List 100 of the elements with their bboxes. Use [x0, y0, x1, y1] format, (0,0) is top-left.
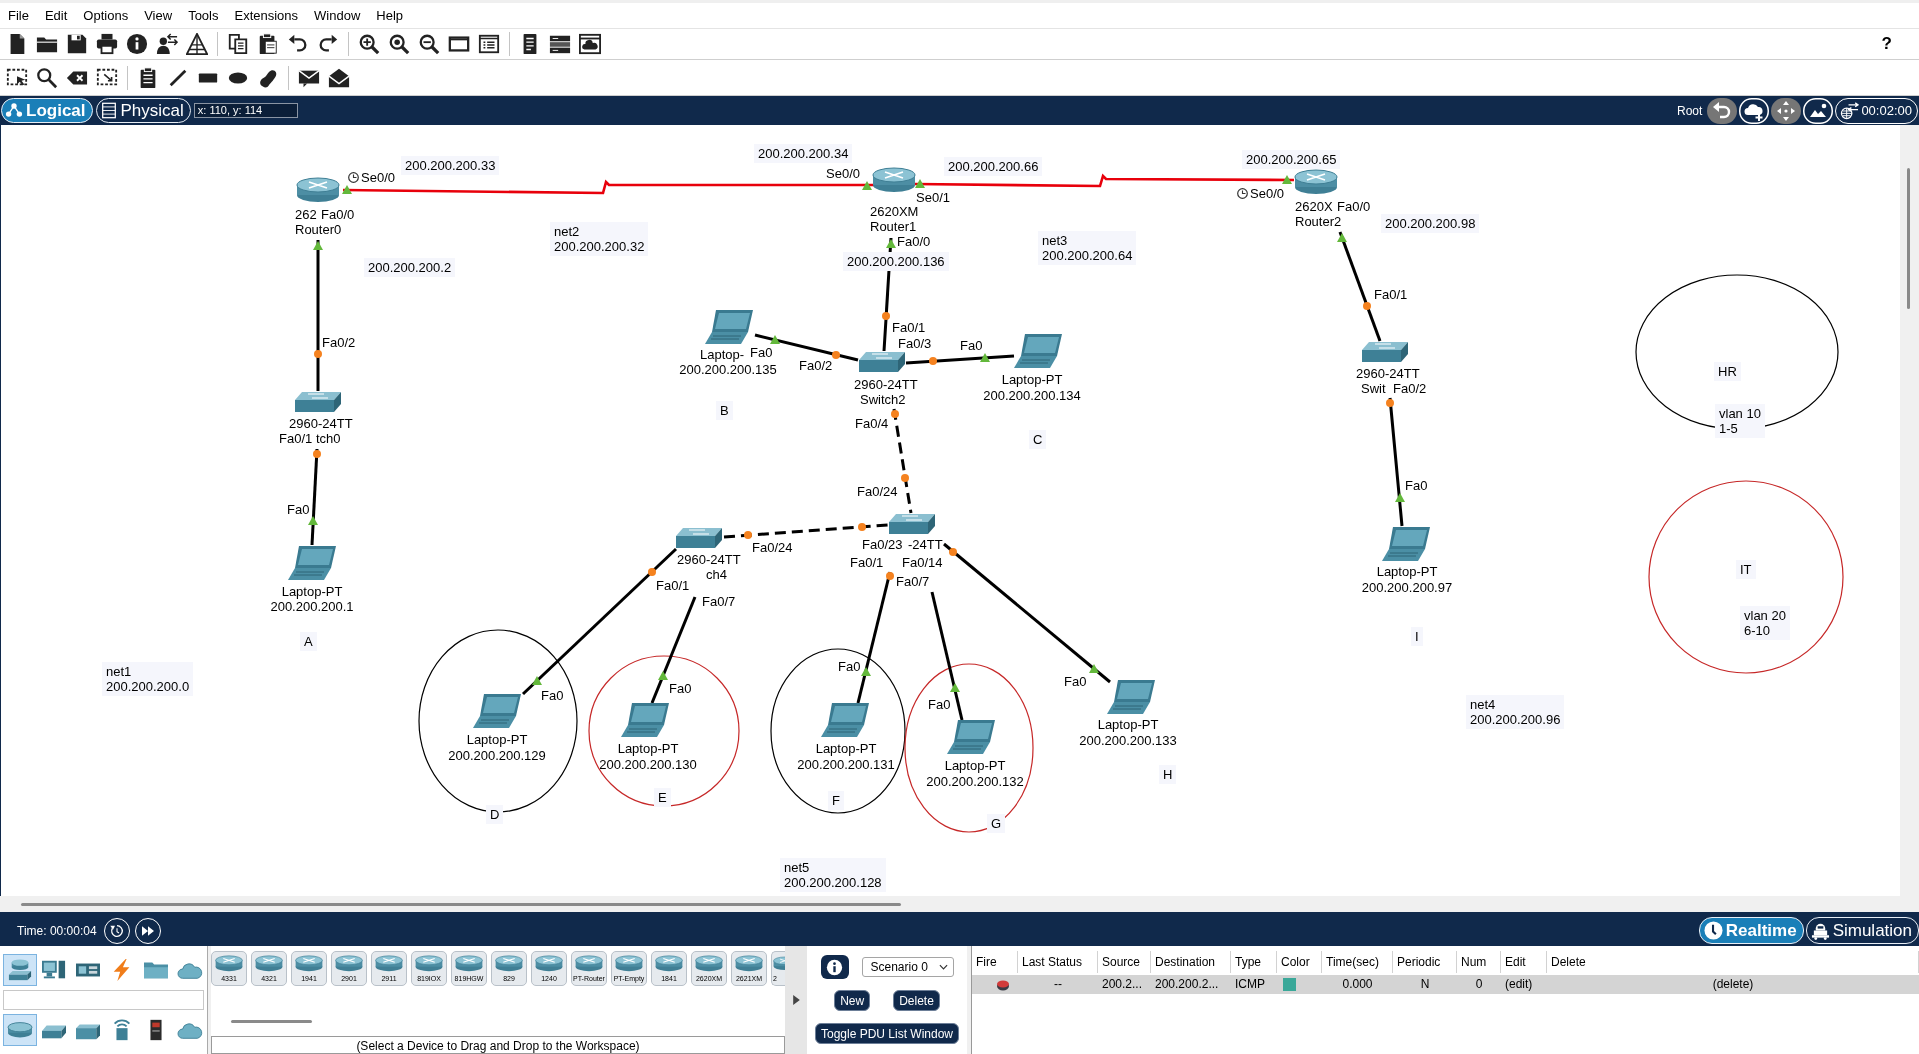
switch-icon[interactable] [1361, 341, 1409, 363]
redo-icon[interactable] [317, 33, 339, 55]
laptop-icon[interactable] [1013, 333, 1063, 369]
router-icon [375, 955, 403, 972]
router-icon[interactable] [872, 167, 916, 193]
pyramid-icon[interactable] [186, 33, 208, 55]
cloud-plus-icon[interactable] [1739, 97, 1770, 124]
device-name: 200.200.200.131 [797, 757, 895, 772]
port-label: Fa0/3 [898, 336, 932, 351]
landscape-icon[interactable] [1803, 97, 1834, 124]
print-icon[interactable] [96, 33, 118, 55]
router-icon[interactable] [1294, 169, 1338, 195]
router-icon[interactable] [296, 177, 340, 203]
delete-link[interactable]: (delete) [1712, 975, 1754, 994]
device-hint: (Select a Device to Drag and Drop to the Workspace) [211, 1036, 785, 1054]
pdu-button[interactable]: Delete [893, 990, 940, 1011]
scrollbar-thumb[interactable] [21, 903, 901, 906]
caret-icon [938, 964, 948, 970]
canvas-note: B [716, 401, 733, 420]
laptop-icon[interactable] [704, 309, 754, 345]
cloud-window-icon[interactable] [579, 33, 601, 55]
move-icon[interactable] [1771, 97, 1802, 124]
laptop-icon[interactable] [620, 702, 670, 738]
info-button[interactable] [820, 955, 849, 979]
router-icon [655, 955, 683, 972]
paste-icon[interactable] [257, 33, 279, 55]
device-model: -24TT [908, 537, 943, 552]
menu-item[interactable]: Tools [180, 8, 227, 23]
port-label: Fa0/1 [1374, 287, 1408, 302]
menu-item[interactable]: Help [368, 8, 412, 23]
port-label: Fa0/7 [896, 574, 930, 589]
port-label: Fa0/2 [799, 358, 833, 373]
port-label: Fa0 [960, 338, 983, 353]
workspace-tab[interactable]: Logical [1, 98, 93, 123]
menu-item[interactable]: Window [306, 8, 369, 23]
workspace-path: Root [1677, 103, 1703, 118]
user-icon[interactable] [156, 33, 178, 55]
menu-item[interactable]: Extensions [226, 8, 307, 23]
fast-forward-button[interactable] [134, 917, 161, 944]
zoom-reset-icon[interactable] [388, 33, 410, 55]
device-name: 200.200.200.133 [1079, 733, 1177, 748]
search-icon[interactable] [36, 66, 58, 89]
table-cell: -- [1018, 975, 1098, 994]
save-icon[interactable] [66, 33, 88, 55]
reset-time-button[interactable] [103, 917, 130, 944]
router-switch-icon [6, 958, 34, 982]
canvas-note: 200.200.200.66 [944, 157, 1043, 176]
mode-tab[interactable]: Simulation [1805, 917, 1919, 944]
help-button[interactable]: ? [1881, 34, 1892, 54]
laptop-icon[interactable] [472, 693, 522, 729]
zoom-in-icon[interactable] [358, 33, 380, 55]
server-icon[interactable] [549, 33, 571, 55]
menu-item[interactable]: File [0, 8, 37, 23]
menu-item[interactable]: Edit [36, 8, 76, 23]
scenario-dropdown[interactable]: Scenario 0 [861, 957, 954, 977]
status-dot-icon [996, 978, 1010, 991]
undo-icon[interactable] [287, 33, 309, 55]
switch-icon[interactable] [858, 351, 906, 373]
port-label: Fa0 [541, 688, 564, 703]
device-name: Switch2 [860, 392, 906, 407]
zoom-out-icon[interactable] [418, 33, 440, 55]
laptop-icon[interactable] [287, 545, 337, 581]
scrollbar-thumb[interactable] [1907, 168, 1910, 309]
list-window-icon[interactable] [478, 33, 500, 55]
switch-icon[interactable] [888, 513, 936, 535]
device-name: Router0 [295, 222, 342, 237]
edit-link[interactable]: (edit) [1505, 975, 1533, 994]
window-icon[interactable] [448, 33, 470, 55]
switch-icon[interactable] [675, 527, 723, 549]
right-triangle-icon[interactable] [792, 995, 800, 1005]
copy-icon[interactable] [227, 33, 249, 55]
canvas-note: C [1029, 430, 1047, 449]
laptop-icon[interactable] [1381, 526, 1431, 562]
router-icon [335, 955, 363, 972]
column-header: Source [1098, 951, 1151, 973]
toggle-pdu-list-button[interactable]: Toggle PDU List Window [814, 1023, 960, 1044]
switch-icon[interactable] [294, 391, 342, 413]
vertical-scrollbar[interactable] [1900, 125, 1919, 896]
laptop-icon[interactable] [820, 702, 870, 738]
horizontal-scrollbar[interactable] [0, 896, 1919, 912]
canvas-note: net4 200.200.200.96 [1466, 695, 1565, 729]
device-model: Laptop-PT [617, 741, 679, 756]
info-icon[interactable] [126, 33, 148, 55]
workspace-tab[interactable]: Physical [95, 98, 191, 123]
clock-button[interactable]: 00:02:00 [1835, 97, 1918, 124]
router-icon [255, 955, 283, 972]
scrollbar-thumb[interactable] [231, 1020, 312, 1023]
open-envelope-icon[interactable] [328, 66, 350, 89]
column-header: Fire [972, 951, 1018, 973]
laptop-icon[interactable] [1106, 679, 1156, 715]
canvas-note: I [1411, 627, 1423, 646]
port-label: Fa0/4 [855, 416, 889, 431]
laptop-icon[interactable] [946, 719, 996, 755]
menu-item[interactable]: View [136, 8, 181, 23]
canvas-note: 200.200.200.136 [843, 252, 949, 271]
mode-tab[interactable]: Realtime [1698, 917, 1804, 944]
device-model: Laptop-PT [1097, 717, 1159, 732]
device-category-button[interactable] [3, 954, 37, 986]
menu-item[interactable]: Options [75, 8, 137, 23]
pdu-button[interactable]: New [834, 990, 871, 1011]
